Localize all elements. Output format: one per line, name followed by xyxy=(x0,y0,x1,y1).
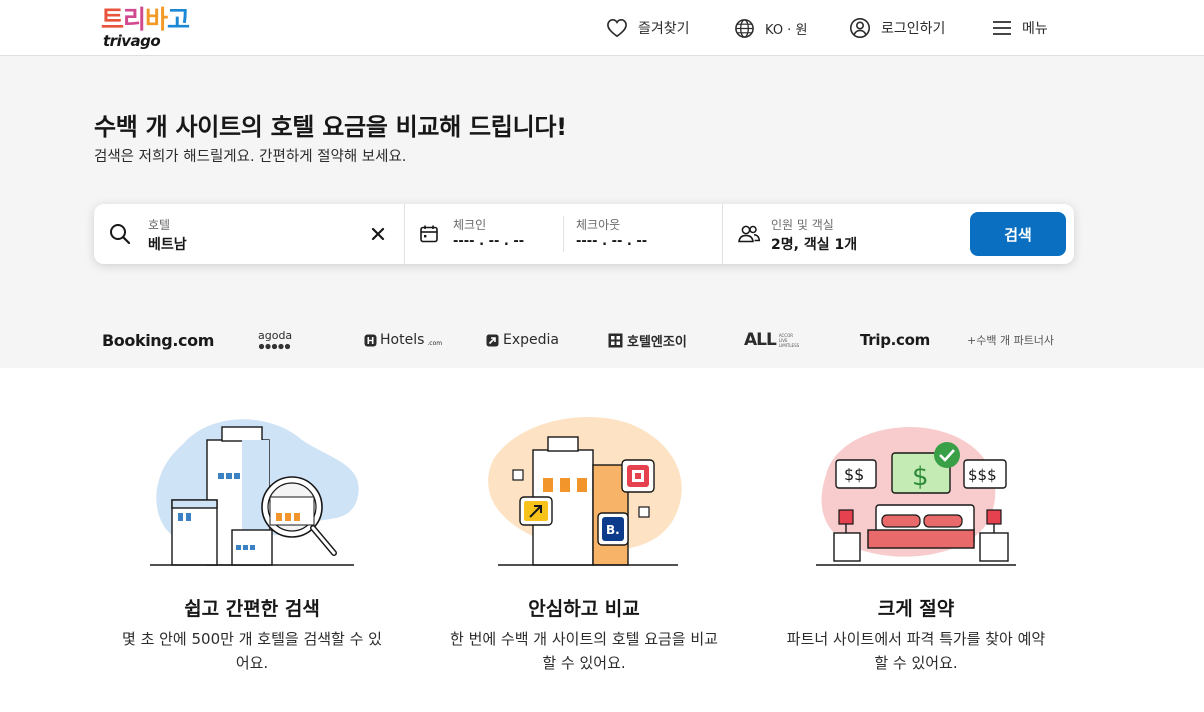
price-large-text: $$$ xyxy=(968,466,997,484)
menu-button[interactable]: 메뉴 xyxy=(992,14,1048,42)
locale-button[interactable]: KO · 원 xyxy=(734,14,807,42)
checkin-value: ---- . -- . -- xyxy=(453,234,525,249)
checkin-field[interactable]: 체크인 ---- . -- . -- xyxy=(405,204,563,264)
checkin-label: 체크인 xyxy=(453,218,487,232)
search-bar: 호텔 베트남 체크인 ---- . -- . -- 체크아웃 ---- . --… xyxy=(94,204,1074,264)
trivago-logo[interactable]: 트 리 바 고 trivago xyxy=(101,6,211,51)
destination-field[interactable]: 호텔 베트남 xyxy=(94,204,404,264)
hotels-suffix: .com xyxy=(427,339,443,347)
search-button[interactable]: 검색 xyxy=(970,212,1066,256)
booking-badge-text: B. xyxy=(606,523,620,537)
hotels-logo-icon xyxy=(364,334,377,346)
favorites-button[interactable]: 즐겨찾기 xyxy=(606,14,690,42)
top-header: 트 리 바 고 trivago 즐겨찾기 KO · 원 로그인하기 메뉴 xyxy=(0,0,1204,56)
price-mid-text: $ xyxy=(912,462,929,492)
feature-title-search: 쉽고 간편한 검색 xyxy=(184,598,320,620)
partner-expedia: Expedia xyxy=(486,322,559,358)
guests-value: 2명, 객실 1개 xyxy=(771,237,858,253)
favorites-label: 즐겨찾기 xyxy=(638,21,690,37)
globe-icon xyxy=(735,18,754,38)
magnifier-icon xyxy=(110,224,131,245)
user-circle-icon xyxy=(850,18,870,38)
all-tagline: ACCOR LIVE LIMITLESS xyxy=(779,333,799,348)
locale-label: KO · 원 xyxy=(765,22,808,38)
calendar-icon xyxy=(420,225,438,243)
expedia-logo-icon xyxy=(486,334,499,346)
search-illustration xyxy=(150,419,359,566)
logo-char-t: 트 xyxy=(101,5,124,34)
login-button[interactable]: 로그인하기 xyxy=(849,14,945,42)
agoda-text: agoda xyxy=(258,329,293,342)
menu-label: 메뉴 xyxy=(1022,21,1048,37)
partner-booking: Booking.com xyxy=(102,330,214,350)
partner-trip: Trip.com xyxy=(860,331,930,349)
login-label: 로그인하기 xyxy=(881,21,946,37)
feature-title-save: 크게 절약 xyxy=(877,598,955,620)
logo-english: trivago xyxy=(103,32,161,50)
price-small-text: $$ xyxy=(844,465,864,484)
save-illustration: $$ $ $$$ xyxy=(816,427,1016,566)
partner-more: +수백 개 파트너사 xyxy=(967,334,1055,347)
logo-char-ba: 바 xyxy=(145,5,168,34)
guests-label: 인원 및 객실 xyxy=(771,218,834,232)
partner-hotels: Hotels .com xyxy=(364,322,442,358)
feature-title-compare: 안심하고 비교 xyxy=(528,598,640,620)
hoteljoy-logo-icon xyxy=(608,333,623,347)
all-text: ALL xyxy=(744,330,777,350)
checkout-label: 체크아웃 xyxy=(576,218,621,232)
logo-korean: 트 리 바 고 xyxy=(101,6,211,34)
hamburger-icon xyxy=(993,21,1011,35)
compare-illustration: B. xyxy=(488,417,682,566)
checkout-field[interactable]: 체크아웃 ---- . -- . -- xyxy=(564,204,722,264)
partner-agoda: agoda xyxy=(258,322,292,358)
logo-char-go: 고 xyxy=(167,5,190,34)
partner-all: ALL ACCOR LIVE LIMITLESS xyxy=(744,322,799,358)
heart-outline-icon xyxy=(607,18,627,38)
hoteljoy-text: 호텔엔조이 xyxy=(627,334,687,350)
partner-hoteljoy: 호텔엔조이 xyxy=(608,322,687,358)
feature-desc-search: 몇 초 안에 500만 개 호텔을 검색할 수 있어요. xyxy=(122,630,382,672)
feature-desc-save: 파트너 사이트에서 파격 특가를 찾아 예약할 수 있어요. xyxy=(786,630,1046,672)
logo-char-ri: 리 xyxy=(123,5,146,34)
agoda-dots-icon xyxy=(258,343,291,350)
hero-title: 수백 개 사이트의 호텔 요금을 비교해 드립니다! xyxy=(94,113,567,141)
guests-field[interactable]: 인원 및 객실 2명, 객실 1개 xyxy=(723,204,963,264)
partner-logos: Booking.com agoda Hotels .com Expedia 호텔… xyxy=(0,322,1204,358)
hero-subtitle: 검색은 저희가 해드릴게요. 간편하게 절약해 보세요. xyxy=(94,149,407,165)
hotels-text: Hotels xyxy=(380,332,425,348)
feature-desc-compare: 한 번에 수백 개 사이트의 호텔 요금을 비교할 수 있어요. xyxy=(450,630,718,672)
destination-label: 호텔 xyxy=(148,218,171,232)
expedia-text: Expedia xyxy=(503,332,559,348)
users-icon xyxy=(738,225,761,243)
all-tag-3: LIMITLESS xyxy=(778,342,800,348)
close-icon[interactable] xyxy=(371,227,385,241)
checkout-value: ---- . -- . -- xyxy=(576,234,648,249)
destination-value: 베트남 xyxy=(148,237,187,253)
